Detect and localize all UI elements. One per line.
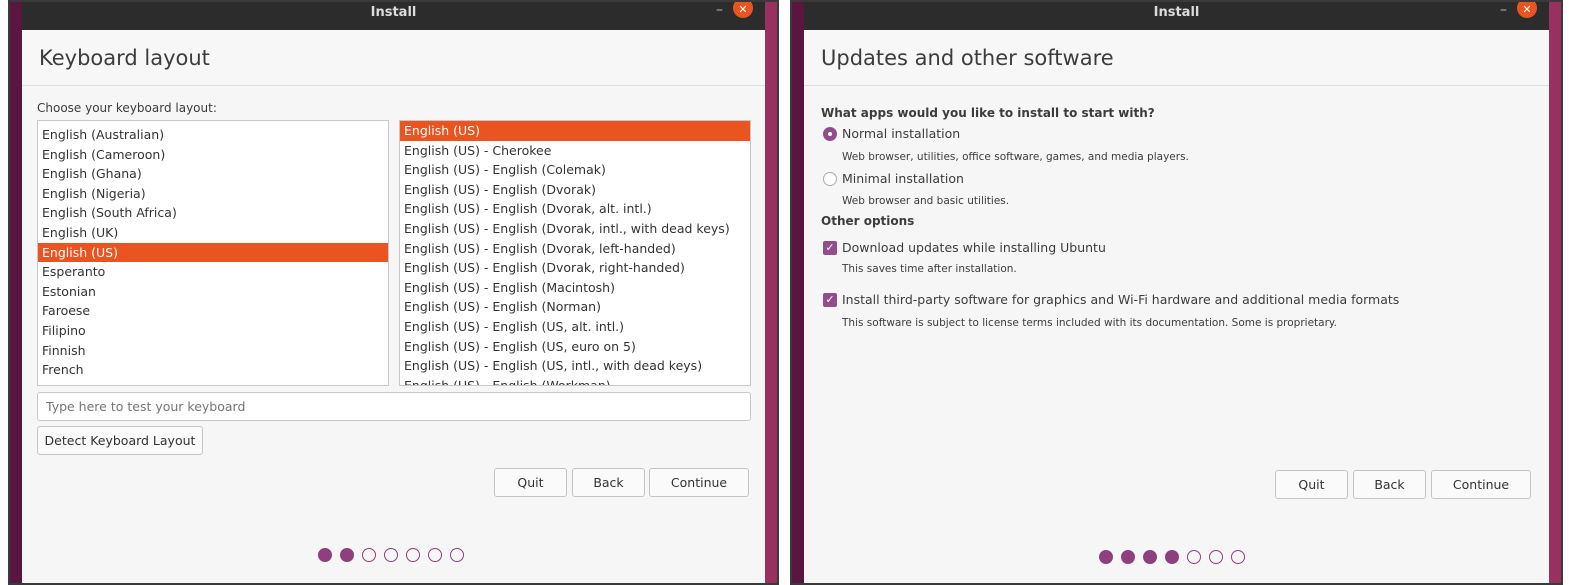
window-title: Install <box>370 5 417 20</box>
download-updates-checkbox[interactable]: ✓ Download updates while installing Ubun… <box>823 240 1106 255</box>
download-updates-label: Download updates while installing Ubuntu <box>842 240 1106 255</box>
third-party-software-checkbox[interactable]: ✓ Install third-party software for graph… <box>823 292 1399 307</box>
list-item[interactable]: English (US) - English (Macintosh) <box>400 278 750 298</box>
list-item[interactable]: English (US) - Cherokee <box>400 141 750 161</box>
installer-window: Updates and other software What apps wou… <box>804 30 1549 583</box>
window-titlebar: Install – ✕ <box>804 2 1549 30</box>
list-item[interactable]: English (US) - English (Dvorak, intl., w… <box>400 219 750 239</box>
download-updates-desc: This saves time after installation. <box>842 263 1017 275</box>
install-question: What apps would you like to install to s… <box>821 106 1155 120</box>
progress-dot <box>450 548 464 562</box>
minimal-installation-desc: Web browser and basic utilities. <box>842 195 1010 207</box>
third-party-software-desc: This software is subject to license term… <box>842 317 1337 329</box>
back-button[interactable]: Back <box>572 468 645 497</box>
list-item[interactable]: English (US) - English (Dvorak, left-han… <box>400 239 750 259</box>
minimize-icon[interactable]: – <box>716 2 723 18</box>
installer-window: Keyboard layout Choose your keyboard lay… <box>22 30 765 583</box>
list-item[interactable]: English (US) - English (Colemak) <box>400 160 750 180</box>
progress-dot <box>1143 550 1157 564</box>
list-item[interactable]: Estonian <box>38 282 388 302</box>
list-item[interactable]: Faroese <box>38 301 388 321</box>
checkmark-icon: ✓ <box>823 292 837 307</box>
continue-button[interactable]: Continue <box>649 468 749 497</box>
progress-dot <box>1231 550 1245 564</box>
normal-installation-radio[interactable]: Normal installation <box>823 126 960 141</box>
page-title: Updates and other software <box>821 46 1114 70</box>
list-item[interactable]: English (US) - English (Dvorak, alt. int… <box>400 199 750 219</box>
progress-dot <box>318 548 332 562</box>
third-party-software-label: Install third-party software for graphic… <box>842 292 1400 307</box>
progress-dot <box>1099 550 1113 564</box>
progress-dot <box>362 548 376 562</box>
page-header: Updates and other software <box>804 30 1549 86</box>
list-item[interactable]: English (US) - English (US, euro on 5) <box>400 337 750 357</box>
radio-unselected-icon <box>823 171 837 186</box>
progress-dots <box>1099 550 1245 564</box>
detect-keyboard-button[interactable]: Detect Keyboard Layout <box>37 426 203 455</box>
list-item[interactable]: English (US) - English (Dvorak) <box>400 180 750 200</box>
minimal-installation-radio[interactable]: Minimal installation <box>823 171 964 186</box>
list-item[interactable]: Finnish <box>38 341 388 361</box>
normal-installation-label: Normal installation <box>842 126 961 141</box>
radio-selected-icon <box>823 126 837 141</box>
progress-dot <box>1209 550 1223 564</box>
list-item[interactable]: English (US) <box>400 121 750 141</box>
list-item[interactable]: Filipino <box>38 321 388 341</box>
list-item[interactable]: English (Cameroon) <box>38 145 388 165</box>
updates-software-panel: Install – ✕ Updates and other software W… <box>790 0 1563 585</box>
progress-dots <box>318 548 464 562</box>
progress-dot <box>384 548 398 562</box>
other-options-heading: Other options <box>821 214 915 228</box>
minimize-icon[interactable]: – <box>1500 2 1507 18</box>
minimal-installation-label: Minimal installation <box>842 171 964 186</box>
checkmark-icon: ✓ <box>823 240 837 255</box>
progress-dot <box>406 548 420 562</box>
choose-layout-label: Choose your keyboard layout: <box>37 101 217 115</box>
normal-installation-desc: Web browser, utilities, office software,… <box>842 151 1189 163</box>
progress-dot <box>428 548 442 562</box>
progress-dot <box>1187 550 1201 564</box>
window-title: Install <box>1153 5 1200 20</box>
list-item[interactable]: English (US) - English (US, alt. intl.) <box>400 317 750 337</box>
page-header: Keyboard layout <box>22 30 765 86</box>
list-item[interactable]: Esperanto <box>38 262 388 282</box>
variant-list[interactable]: English (US) English (US) - Cherokee Engli… <box>399 120 751 386</box>
quit-button[interactable]: Quit <box>1275 470 1348 499</box>
list-item[interactable]: English (US) - English (Dvorak, right-ha… <box>400 258 750 278</box>
list-item[interactable]: English (UK) <box>38 223 388 243</box>
progress-dot <box>340 548 354 562</box>
list-item[interactable]: English (US) - English (US, intl., with … <box>400 356 750 376</box>
list-item[interactable]: French <box>38 360 388 380</box>
keyboard-layout-panel: Install – ✕ Keyboard layout Choose your … <box>8 0 779 585</box>
list-item[interactable]: English (US) <box>38 242 388 263</box>
progress-dot <box>1165 550 1179 564</box>
layout-list[interactable]: English (Australian) English (Cameroon) En… <box>37 120 389 386</box>
list-item[interactable]: English (US) - English (Norman) <box>400 297 750 317</box>
continue-button[interactable]: Continue <box>1431 470 1531 499</box>
progress-dot <box>1121 550 1135 564</box>
quit-button[interactable]: Quit <box>494 468 567 497</box>
list-item[interactable]: English (Australian) <box>38 125 388 145</box>
list-item[interactable]: English (Ghana) <box>38 164 388 184</box>
list-item[interactable]: English (Nigeria) <box>38 184 388 204</box>
list-item[interactable]: English (US) - English (Workman) <box>400 376 750 385</box>
list-item[interactable]: English (South Africa) <box>38 203 388 223</box>
window-titlebar: Install – ✕ <box>22 2 765 30</box>
page-title: Keyboard layout <box>39 46 210 70</box>
back-button[interactable]: Back <box>1353 470 1426 499</box>
keyboard-test-input[interactable] <box>37 392 751 421</box>
